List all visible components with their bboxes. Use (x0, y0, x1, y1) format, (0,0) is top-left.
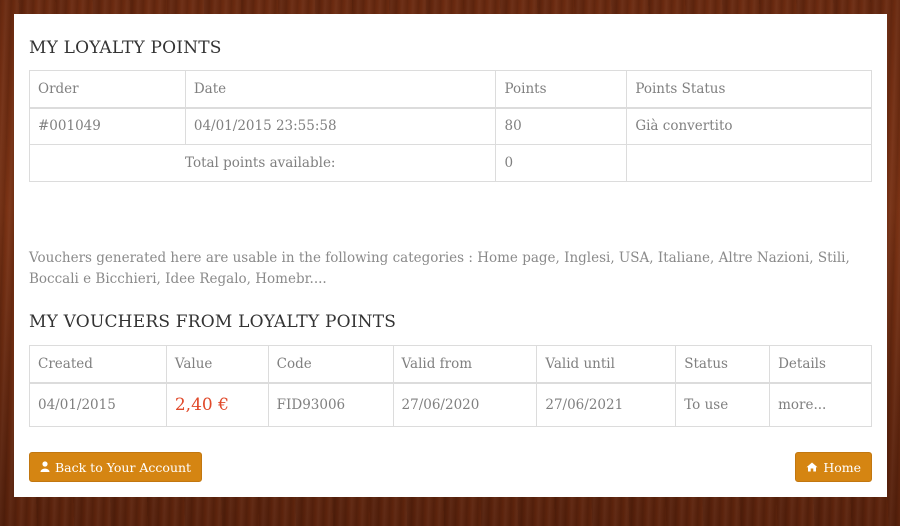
back-to-account-label: Back to Your Account (55, 459, 192, 475)
home-icon (806, 460, 823, 475)
column-header-details: Details (769, 345, 872, 384)
table-row: 04/01/2015 2,40 € FID93006 27/06/2020 27… (29, 382, 872, 427)
loyalty-points-table: Order Date Points Points Status #001049 … (28, 70, 872, 182)
order-cell: #001049 (29, 107, 186, 145)
column-header-date: Date (184, 70, 497, 109)
valid-from-cell: 27/06/2020 (392, 382, 538, 427)
column-header-status: Status (675, 345, 771, 384)
vouchers-title: MY VOUCHERS FROM LOYALTY POINTS (29, 312, 397, 332)
created-cell: 04/01/2015 (29, 382, 167, 427)
home-label: Home (823, 459, 861, 475)
column-header-order: Order (29, 70, 186, 109)
total-empty-cell (626, 144, 872, 182)
column-header-code: Code (267, 345, 394, 384)
column-header-points: Points (495, 70, 628, 109)
column-header-value: Value (165, 345, 269, 384)
value-cell: 2,40 € (165, 382, 269, 427)
loyalty-points-title: MY LOYALTY POINTS (29, 38, 222, 58)
valid-until-cell: 27/06/2021 (536, 382, 677, 427)
home-button[interactable]: Home (795, 452, 872, 482)
table-row: #001049 04/01/2015 23:55:58 80 Già conve… (29, 107, 872, 145)
user-icon (40, 460, 55, 475)
content-panel: MY LOYALTY POINTS Order Date Points Poin… (14, 14, 887, 497)
column-header-valid-until: Valid until (536, 345, 677, 384)
total-points-label: Total points available: (28, 144, 497, 182)
code-cell: FID93006 (267, 382, 394, 427)
points-cell: 80 (495, 107, 628, 145)
date-cell: 04/01/2015 23:55:58 (184, 107, 497, 145)
total-row: Total points available: 0 (28, 144, 872, 182)
details-link[interactable]: more... (769, 382, 872, 427)
vouchers-table: Created Value Code Valid from Valid unti… (29, 345, 872, 427)
status-cell: To use (675, 382, 771, 427)
column-header-valid-from: Valid from (392, 345, 538, 384)
column-header-created: Created (29, 345, 167, 384)
points-status-cell: Già convertito (626, 107, 872, 145)
voucher-categories-info: Vouchers generated here are usable in th… (29, 250, 850, 287)
table-header-row: Created Value Code Valid from Valid unti… (29, 345, 872, 384)
column-header-points-status: Points Status (626, 70, 872, 109)
total-points-value: 0 (495, 144, 628, 182)
back-to-account-button[interactable]: Back to Your Account (29, 452, 203, 482)
table-header-row: Order Date Points Points Status (29, 70, 872, 109)
